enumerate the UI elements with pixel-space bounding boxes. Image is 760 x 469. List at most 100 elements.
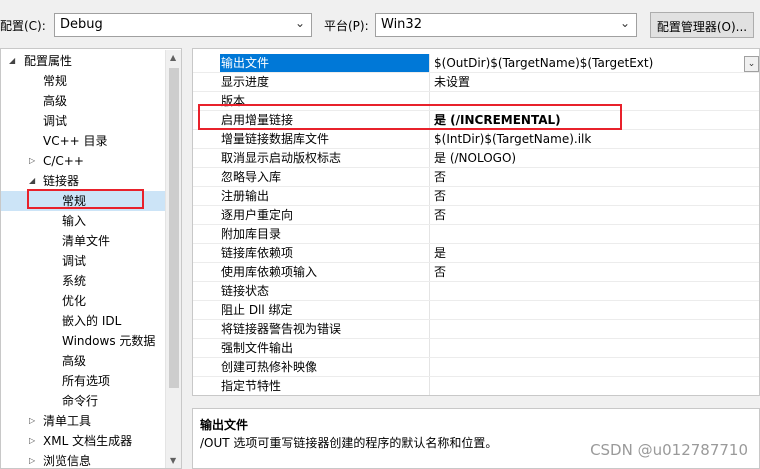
property-value[interactable] [434, 377, 744, 395]
property-value[interactable]: 否 [434, 206, 744, 224]
property-value[interactable]: $(IntDir)$(TargetName).ilk [434, 130, 744, 148]
tree-item-label: 配置属性 [24, 54, 73, 68]
tree-item-linker-embedded-idl[interactable]: 嵌入的 IDL [62, 311, 121, 331]
property-row[interactable]: 链接状态 [193, 282, 759, 301]
property-row[interactable]: 显示进度 未设置 [193, 73, 759, 92]
tree-item-linker-general[interactable]: 常规 [1, 191, 165, 211]
property-value[interactable]: 否 [434, 187, 744, 205]
property-row[interactable]: 创建可热修补映像 [193, 358, 759, 377]
tree-item-label: 常规 [62, 194, 87, 208]
property-value[interactable]: 是 (/NOLOGO) [434, 149, 744, 167]
platform-combo[interactable]: Win32 ⌄ [375, 13, 637, 37]
property-row[interactable]: 增量链接数据库文件 $(IntDir)$(TargetName).ilk [193, 130, 759, 149]
property-row[interactable]: 逐用户重定向否 [193, 206, 759, 225]
property-name[interactable]: 忽略导入库 [220, 168, 430, 186]
tree-scrollbar[interactable]: ▲ ▼ [165, 50, 181, 468]
property-row[interactable]: 注册输出否 [193, 187, 759, 206]
tree-item-advanced[interactable]: 高级 [43, 91, 67, 111]
config-combo[interactable]: Debug ⌄ [54, 13, 312, 37]
property-row[interactable]: 版本 [193, 92, 759, 111]
tree-item-linker-advanced[interactable]: 高级 [62, 351, 86, 371]
property-row[interactable]: 指定节特性 [193, 377, 759, 395]
scroll-up-icon[interactable]: ▲ [170, 53, 176, 62]
config-manager-button[interactable]: 配置管理器(O)... [650, 12, 754, 38]
property-name[interactable]: 版本 [220, 92, 430, 110]
chevron-down-icon[interactable]: ⌄ [295, 16, 305, 30]
property-name[interactable]: 阻止 Dll 绑定 [220, 301, 430, 319]
property-row[interactable]: 阻止 Dll 绑定 [193, 301, 759, 320]
tree-item-label: 调试 [43, 114, 68, 128]
tree-item-linker-all-options[interactable]: 所有选项 [62, 371, 110, 391]
triangle-collapsed-icon[interactable]: ▷ [29, 151, 35, 171]
property-name[interactable]: 启用增量链接 [220, 111, 430, 129]
property-name[interactable]: 取消显示启动版权标志 [220, 149, 430, 167]
property-value[interactable] [434, 92, 744, 110]
tree-item-label: 清单文件 [62, 234, 111, 248]
property-row[interactable]: 输出文件 $(OutDir)$(TargetName)$(TargetExt) ⌄ [193, 54, 759, 73]
chevron-down-icon[interactable]: ⌄ [744, 56, 759, 72]
property-value[interactable]: $(OutDir)$(TargetName)$(TargetExt) [434, 54, 744, 72]
property-name[interactable]: 增量链接数据库文件 [220, 130, 430, 148]
property-name[interactable]: 将链接器警告视为错误 [220, 320, 430, 338]
property-value[interactable]: 否 [434, 168, 744, 186]
property-row[interactable]: 强制文件输出 [193, 339, 759, 358]
tree-item-label: 浏览信息 [43, 454, 92, 468]
property-value[interactable]: 否 [434, 263, 744, 281]
triangle-collapsed-icon[interactable]: ▷ [29, 451, 35, 468]
tree-item-label: 清单工具 [43, 414, 92, 428]
property-name[interactable]: 强制文件输出 [220, 339, 430, 357]
property-name[interactable]: 指定节特性 [220, 377, 430, 395]
property-row[interactable]: 将链接器警告视为错误 [193, 320, 759, 339]
tree-item-vc-directories[interactable]: VC++ 目录 [43, 131, 108, 151]
tree-item-linker-command-line[interactable]: 命令行 [62, 391, 98, 411]
property-name[interactable]: 注册输出 [220, 187, 430, 205]
config-tree: ◢ 配置属性 常规 高级 调试 VC++ 目录 ▷ C/C++ ◢ 链接器 常规… [0, 48, 182, 469]
triangle-expanded-icon[interactable]: ◢ [9, 51, 15, 71]
property-row[interactable]: 使用库依赖项输入否 [193, 263, 759, 282]
property-name[interactable]: 创建可热修补映像 [220, 358, 430, 376]
property-value[interactable] [434, 282, 744, 300]
tree-item-label: 输入 [62, 214, 87, 228]
tree-item-debugging[interactable]: 调试 [43, 111, 67, 131]
config-toolbar: 配置(C): Debug ⌄ 平台(P): Win32 ⌄ 配置管理器(O)..… [0, 0, 760, 48]
property-row[interactable]: 链接库依赖项是 [193, 244, 759, 263]
triangle-collapsed-icon[interactable]: ▷ [29, 431, 35, 451]
tree-item-linker-manifest[interactable]: 清单文件 [62, 231, 110, 251]
tree-item-linker-debugging[interactable]: 调试 [62, 251, 86, 271]
property-value[interactable] [434, 358, 744, 376]
property-value[interactable]: 是 [434, 244, 744, 262]
property-row[interactable]: 取消显示启动版权标志是 (/NOLOGO) [193, 149, 759, 168]
property-grid: 输出文件 $(OutDir)$(TargetName)$(TargetExt) ⌄ 显… [192, 48, 760, 396]
tree-item-label: 嵌入的 IDL [62, 314, 122, 328]
property-value[interactable]: 未设置 [434, 73, 744, 91]
scroll-down-icon[interactable]: ▼ [170, 456, 176, 465]
tree-item-linker-windows-metadata[interactable]: Windows 元数据 [62, 331, 155, 351]
property-value[interactable] [434, 301, 744, 319]
description-body: /OUT 选项可重写链接器创建的程序的默认名称和位置。 [200, 436, 498, 450]
property-name[interactable]: 链接库依赖项 [220, 244, 430, 262]
scrollbar-thumb[interactable] [169, 68, 179, 388]
property-row[interactable]: 忽略导入库否 [193, 168, 759, 187]
property-name[interactable]: 输出文件 [220, 54, 430, 72]
property-value[interactable] [434, 225, 744, 243]
watermark: CSDN @u012787710 [590, 441, 748, 459]
property-name[interactable]: 显示进度 [220, 73, 430, 91]
property-row[interactable]: 启用增量链接是 (/INCREMENTAL) [193, 111, 759, 130]
tree-item-linker-input[interactable]: 输入 [62, 211, 86, 231]
property-value[interactable]: 是 (/INCREMENTAL) [434, 111, 744, 129]
triangle-expanded-icon[interactable]: ◢ [29, 171, 35, 191]
tree-item-label: Windows 元数据 [62, 334, 156, 348]
property-value[interactable] [434, 339, 744, 357]
property-value[interactable] [434, 320, 744, 338]
property-name[interactable]: 逐用户重定向 [220, 206, 430, 224]
property-name[interactable]: 使用库依赖项输入 [220, 263, 430, 281]
property-name[interactable]: 附加库目录 [220, 225, 430, 243]
property-name[interactable]: 链接状态 [220, 282, 430, 300]
tree-item-linker-system[interactable]: 系统 [62, 271, 86, 291]
chevron-down-icon[interactable]: ⌄ [620, 16, 630, 30]
tree-item-general[interactable]: 常规 [43, 71, 67, 91]
property-row[interactable]: 附加库目录 [193, 225, 759, 244]
triangle-collapsed-icon[interactable]: ▷ [29, 411, 35, 431]
tree-item-linker-optimization[interactable]: 优化 [62, 291, 86, 311]
platform-value: Win32 [381, 17, 422, 32]
